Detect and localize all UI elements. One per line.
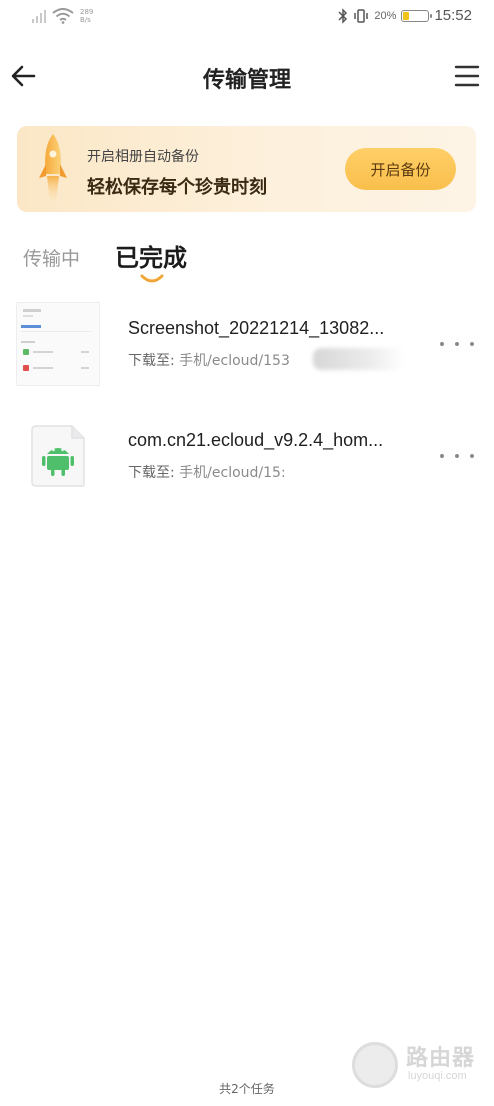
file-path-label: 下载至: — [128, 353, 175, 369]
file-path-label: 下载至: — [128, 465, 175, 481]
clock: 15:52 — [434, 7, 472, 24]
tab-completed[interactable]: 已完成 — [115, 238, 187, 273]
backup-banner[interactable]: 开启相册自动备份 轻松保存每个珍贵时刻 开启备份 — [17, 126, 476, 212]
wifi-icon — [52, 8, 74, 24]
status-right: 20% 15:52 — [338, 7, 472, 24]
file-name: Screenshot_20221214_13082... — [128, 318, 385, 338]
battery-percent: 20% — [374, 9, 397, 22]
net-speed-unit: B/s — [80, 16, 91, 24]
file-path: 下载至: 手机/ecloud/153 — [128, 350, 290, 370]
android-apk-icon — [31, 425, 85, 487]
bluetooth-icon — [338, 7, 348, 24]
file-path-value: 手机/ecloud/15: — [179, 465, 286, 481]
menu-button[interactable] — [452, 62, 482, 90]
screenshot-preview-icon — [21, 309, 91, 371]
app-header: 传输管理 — [0, 50, 494, 102]
enable-backup-button[interactable]: 开启备份 — [345, 148, 456, 190]
battery-fill — [403, 11, 409, 20]
vibrate-icon — [354, 8, 369, 23]
network-speed: 289 B/s — [80, 8, 93, 24]
signal-icon — [32, 9, 46, 23]
banner-subtitle: 开启相册自动备份 — [87, 149, 199, 165]
image-thumbnail — [16, 302, 100, 386]
more-dots-icon — [455, 454, 459, 458]
banner-headline: 轻松保存每个珍贵时刻 — [87, 177, 267, 198]
file-name: com.cn21.ecloud_v9.2.4_hom... — [128, 430, 384, 450]
page-title: 传输管理 — [202, 68, 291, 93]
status-bar: 289 B/s 20% 15:52 — [0, 0, 494, 36]
file-path-value: 手机/ecloud/153 — [179, 353, 290, 369]
more-dots-icon — [440, 342, 444, 346]
more-dots-icon — [470, 454, 474, 458]
battery-icon — [401, 9, 433, 22]
menu-lines-icon — [454, 65, 480, 87]
file-path: 下载至: 手机/ecloud/15: — [128, 462, 286, 482]
rocket-icon — [39, 134, 67, 206]
tab-active-indicator — [140, 274, 164, 283]
more-dots-icon — [470, 342, 474, 346]
transfer-tabs: 传输中 已完成 — [0, 232, 494, 292]
list-item[interactable]: com.cn21.ecloud_v9.2.4_hom... 下载至: 手机/ec… — [0, 408, 494, 508]
more-options-button[interactable] — [440, 334, 474, 354]
redaction-blur — [313, 348, 405, 370]
more-dots-icon — [455, 342, 459, 346]
task-count: 共2个任务 — [219, 1082, 275, 1096]
more-dots-icon — [440, 454, 444, 458]
list-item[interactable]: Screenshot_20221214_13082... 下载至: 手机/ecl… — [0, 296, 494, 396]
tab-transferring[interactable]: 传输中 — [23, 244, 80, 271]
net-speed-value: 289 — [80, 8, 94, 16]
watermark-text: 路由器 — [406, 1046, 476, 1071]
more-options-button[interactable] — [440, 446, 474, 466]
status-left: 289 B/s — [32, 8, 93, 24]
